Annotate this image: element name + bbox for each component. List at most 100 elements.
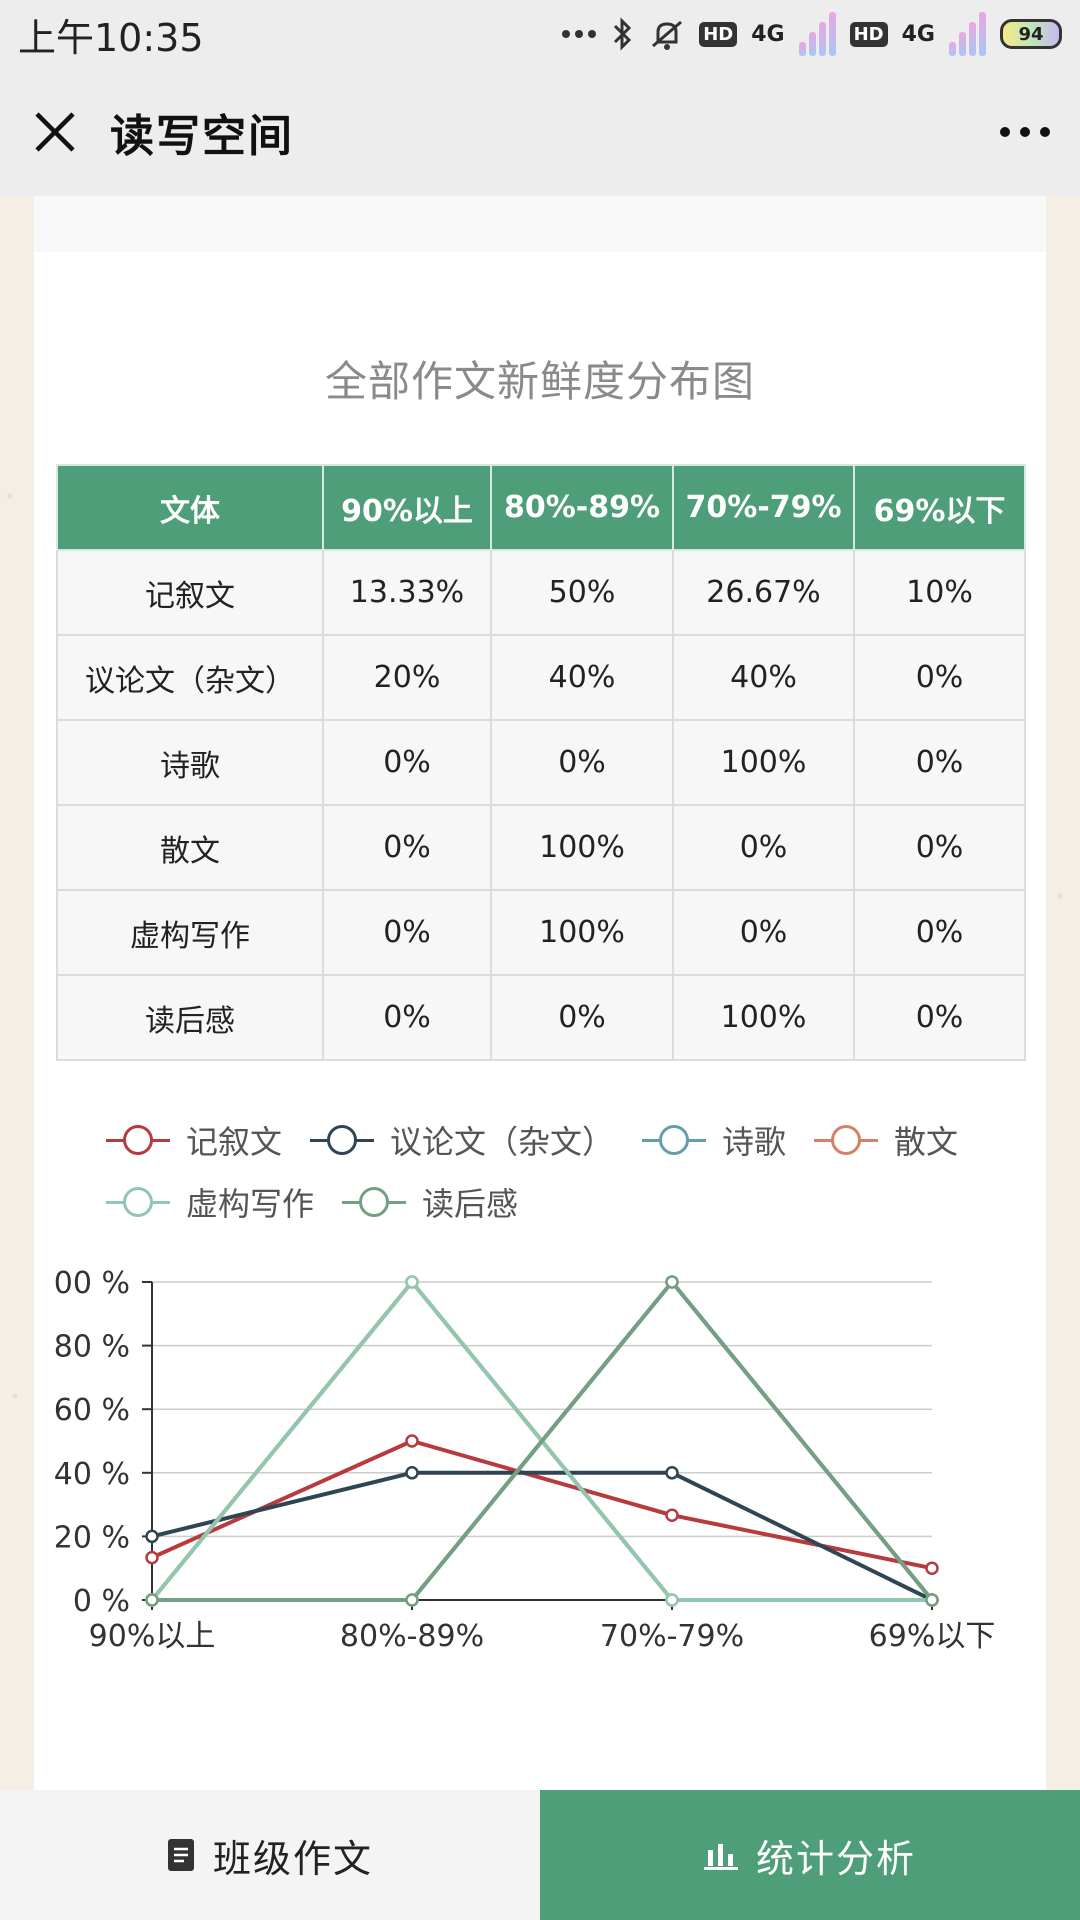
bottom-nav: 班级作文 统计分析 (0, 1790, 1080, 1920)
data-point (665, 1275, 679, 1289)
status-icons: HD 4G HD 4G 94 (561, 12, 1062, 56)
legend-item[interactable]: 诗歌 (642, 1120, 787, 1161)
table-cell: 0% (322, 719, 492, 806)
legend-label: 读后感 (422, 1185, 519, 1223)
legend-item[interactable]: 虚构写作 (106, 1182, 315, 1223)
more-dots-icon (561, 29, 597, 39)
table-cell: 0% (672, 889, 855, 976)
legend-label: 议论文（杂文） (390, 1123, 615, 1161)
statistics-label: 统计分析 (755, 1836, 916, 1881)
data-point (145, 1593, 159, 1607)
table-cell: 0% (853, 804, 1026, 891)
network-type-label-2: 4G (901, 21, 935, 47)
table-header-cell: 69%以下 (853, 464, 1026, 551)
table-cell: 100% (490, 889, 674, 976)
table-header-cell: 70%-79% (672, 464, 855, 551)
y-tick-label: 00 % (54, 1266, 130, 1301)
table-cell: 50% (490, 549, 674, 636)
signal-icon (798, 12, 836, 56)
data-point (925, 1561, 939, 1575)
legend-symbol (342, 1186, 407, 1218)
legend-label: 诗歌 (722, 1123, 787, 1161)
legend-item[interactable]: 散文 (814, 1120, 959, 1161)
legend-item[interactable]: 读后感 (342, 1182, 519, 1223)
genre-cell: 虚构写作 (56, 889, 324, 976)
legend-item[interactable]: 议论文（杂文） (310, 1120, 615, 1161)
close-button[interactable] (0, 68, 110, 196)
y-tick-label: 0 % (73, 1584, 130, 1619)
data-point (405, 1593, 419, 1607)
data-point (405, 1434, 419, 1448)
table-cell: 40% (672, 634, 855, 721)
table-row: 记叙文 13.33% 50% 26.67% 10% (56, 549, 1026, 636)
table-header-cell: 80%-89% (490, 464, 674, 551)
legend-label: 散文 (894, 1123, 959, 1161)
table-cell: 0% (322, 804, 492, 891)
table-header-cell: 90%以上 (322, 464, 492, 551)
legend-symbol (106, 1186, 170, 1218)
more-menu-button[interactable] (970, 68, 1080, 196)
table-header-cell: 文体 (56, 464, 324, 551)
table-row: 虚构写作 0% 100% 0% 0% (56, 889, 1026, 976)
table-cell: 0% (853, 719, 1026, 806)
mute-bell-icon (649, 16, 685, 52)
table-cell: 0% (322, 889, 492, 976)
table-cell: 26.67% (672, 549, 855, 636)
y-tick-label: 60 % (54, 1393, 130, 1428)
bar-chart-icon (703, 1844, 738, 1870)
genre-cell: 读后感 (56, 974, 324, 1061)
status-time: 上午10:35 (18, 15, 204, 60)
table-row: 散文 0% 100% 0% 0% (56, 804, 1026, 891)
battery-level: 94 (1018, 23, 1044, 45)
legend-symbol (106, 1124, 170, 1156)
table-row: 议论文（杂文） 20% 40% 40% 0% (56, 634, 1026, 721)
legend-item[interactable]: 记叙文 (106, 1120, 283, 1161)
close-icon (35, 112, 75, 152)
table-cell: 100% (672, 719, 855, 806)
legend-symbol (814, 1124, 879, 1156)
data-point (665, 1508, 679, 1522)
bluetooth-icon (611, 16, 635, 52)
page-title: 读写空间 (110, 111, 294, 162)
data-point (405, 1466, 419, 1480)
genre-cell: 记叙文 (56, 549, 324, 636)
table-cell: 40% (490, 634, 674, 721)
y-tick-label: 40 % (54, 1457, 130, 1492)
data-point (925, 1593, 939, 1607)
battery-icon: 94 (1000, 19, 1062, 49)
data-point (665, 1466, 679, 1480)
class-essays-button[interactable]: 班级作文 (0, 1790, 540, 1920)
series-line (151, 1439, 933, 1571)
network-type-label: 4G (751, 21, 785, 47)
table-cell: 0% (490, 974, 674, 1061)
y-tick-label: 80 % (54, 1330, 130, 1365)
table-cell: 13.33% (322, 549, 492, 636)
line-chart: 0 % 20 % 40 % 60 % 80 % 00 % 90%以上 80%-89% 70%-7… (54, 1266, 996, 1652)
table-cell: 0% (853, 634, 1026, 721)
legend-symbol (310, 1124, 375, 1156)
genre-cell: 散文 (56, 804, 324, 891)
data-point (405, 1275, 419, 1289)
table-cell: 0% (322, 974, 492, 1061)
table-cell: 10% (853, 549, 1026, 636)
statistics-button[interactable]: 统计分析 (540, 1790, 1080, 1920)
legend-label: 记叙文 (186, 1123, 283, 1161)
legend-symbol (642, 1124, 707, 1156)
chart-title: 全部作文新鲜度分布图 (324, 357, 755, 406)
data-point (145, 1529, 159, 1544)
y-tick-label: 20 % (54, 1520, 130, 1555)
table-header-row: 文体 90%以上 80%-89% 70%-79% 69%以下 (56, 464, 1026, 551)
legend-label: 虚构写作 (186, 1185, 315, 1223)
table-cell: 100% (672, 974, 855, 1061)
series-line (152, 1280, 934, 1602)
stats-card: 全部作文新鲜度分布图 文体 90%以上 80%-89% 70%-79% 69%以… (34, 252, 1046, 1790)
class-essays-label: 班级作文 (212, 1836, 373, 1881)
distribution-table: 文体 90%以上 80%-89% 70%-79% 69%以下 记叙文 13.33… (56, 464, 1026, 1061)
chart-legend: 记叙文 议论文（杂文） 诗歌 散文虚构写作 读后感 (106, 1120, 1006, 1223)
x-tick-label: 80%-89% (340, 1619, 484, 1652)
table-cell: 0% (672, 804, 855, 891)
table-row: 诗歌 0% 0% 100% 0% (56, 719, 1026, 806)
x-tick-label: 90%以上 (89, 1619, 216, 1652)
title-bar: 读写空间 (0, 68, 1080, 196)
document-icon (167, 1839, 194, 1871)
